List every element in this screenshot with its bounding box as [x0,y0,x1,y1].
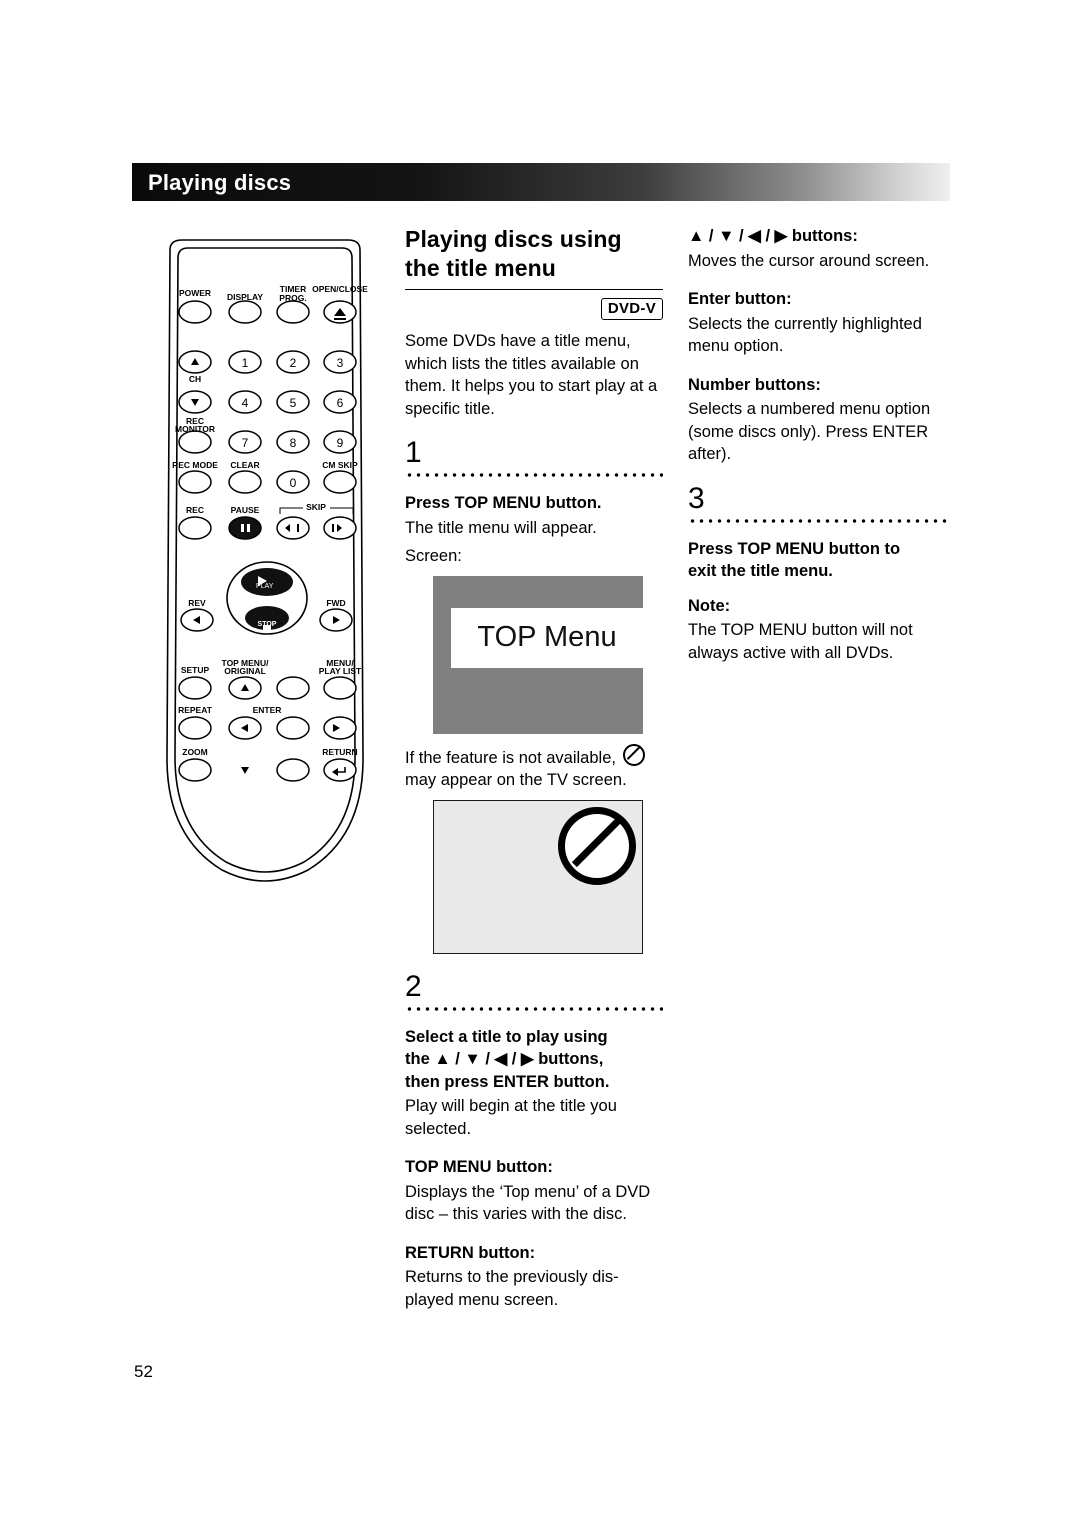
disc-type-badge: DVD-V [600,298,663,320]
right-column: ▲ / ▼ / ◀ / ▶ buttons: Moves the cursor … [688,225,950,670]
step-1-body: The title menu will appear. [405,518,597,537]
number-buttons-body: Selects a numbered menu option (some dis… [688,400,931,463]
svg-text:0: 0 [290,476,297,490]
page-number: 52 [134,1362,153,1381]
prohibited-icon [622,743,645,766]
enter-button-heading: Enter button: [688,290,792,308]
page-header-bar: Playing discs [132,163,950,201]
svg-text:REC: REC [186,505,204,515]
svg-text:OPEN/CLOSE: OPEN/CLOSE [312,284,368,294]
svg-text:3: 3 [337,356,344,370]
section-heading-line2: the title menu [405,255,556,281]
svg-text:5: 5 [290,396,297,410]
svg-text:6: 6 [337,396,344,410]
step-2-heading-line2: the ▲ / ▼ / ◀ / ▶ buttons, [405,1050,604,1068]
step-3-divider [688,517,950,524]
svg-text:REC MODE: REC MODE [172,460,218,470]
return-button-body: Returns to the previously dis-played men… [405,1268,619,1309]
svg-text:REPEAT: REPEAT [178,705,213,715]
return-button-heading: RETURN button: [405,1243,536,1262]
svg-text:CH: CH [189,374,201,384]
svg-text:7: 7 [242,436,249,450]
section-heading-line1: Playing discs using [405,226,622,252]
svg-text:PLAY: PLAY [256,583,274,590]
step-3-number: 3 [688,481,705,515]
step-2-body: Play will begin at the title you selecte… [405,1097,617,1138]
svg-text:8: 8 [290,436,297,450]
disc-type-badge-row: DVD-V [405,298,663,320]
svg-text:PAUSE: PAUSE [231,505,260,515]
step-3-heading-line1: Press TOP MENU button to [688,539,901,558]
svg-text:CM SKIP: CM SKIP [322,460,358,470]
prohibited-icon-large [558,806,636,885]
tv-screen-top-menu-text: TOP Menu [451,607,643,668]
step-1-divider [405,472,663,478]
svg-text:REV: REV [188,598,206,608]
svg-text:2: 2 [290,356,297,370]
svg-text:SKIP: SKIP [306,502,326,512]
enter-button-body: Selects the currently highlighted menu o… [688,314,922,356]
svg-text:PLAY LIST: PLAY LIST [319,666,362,676]
svg-text:ENTER: ENTER [253,705,282,715]
tv-screen-prohibited [433,799,643,954]
svg-text:PROG.: PROG. [279,293,306,303]
section-heading: Playing discs using the title menu [405,225,663,283]
svg-text:ZOOM: ZOOM [182,747,208,757]
svg-text:MONITOR: MONITOR [175,424,215,434]
svg-text:4: 4 [242,396,249,410]
step-3-heading: Press TOP MENU button to exit the title … [688,538,950,583]
step-1-unavailable-note-line2: may appear on the TV screen. [405,771,627,789]
cursor-buttons-heading: ▲ / ▼ / ◀ / ▶ buttons: [688,227,858,245]
top-menu-button-heading: TOP MENU button: [405,1158,553,1176]
page-title: Playing discs [148,170,292,195]
step-1-unavailable-note: If the feature is not available, may app… [405,743,663,792]
step-1-number: 1 [405,436,422,469]
remote-control-illustration: PLAY 1 2 3 4 5 6 7 8 9 0 POWER DISPLAY TIMER P… [140,236,390,886]
svg-text:FWD: FWD [326,598,345,608]
svg-text:9: 9 [337,436,344,450]
top-menu-button-body: Displays the ‘Top menu’ of a DVD disc – … [405,1182,651,1224]
svg-text:POWER: POWER [179,288,211,298]
number-buttons-heading: Number buttons: [688,375,821,394]
svg-text:STOP: STOP [258,621,277,628]
svg-text:RETURN: RETURN [322,747,357,757]
note-heading: Note: [688,596,731,615]
step-2-heading: Select a title to play using the ▲ / ▼ /… [405,1026,663,1094]
middle-column: Playing discs using the title menu DVD-V… [405,225,663,1317]
svg-text:ORIGINAL: ORIGINAL [224,666,266,676]
step-3-heading-line2: exit the title menu. [688,562,833,580]
svg-text:1: 1 [242,356,249,370]
step-1-screen-label: Screen: [405,547,462,565]
step-2-heading-line1: Select a title to play using [405,1027,608,1046]
step-1-unavailable-note-line1: If the feature is not available, [405,748,616,767]
step-2-heading-line3: then press ENTER button. [405,1072,610,1091]
step-1-heading: Press TOP MENU button. [405,494,602,512]
svg-text:SETUP: SETUP [181,665,210,675]
note-body: The TOP MENU button will not always acti… [688,621,913,662]
svg-text:CLEAR: CLEAR [230,460,259,470]
tv-screen-top-menu: TOP Menu [433,575,643,734]
svg-text:DISPLAY: DISPLAY [227,292,263,302]
section-intro-text: Some DVDs have a title menu, which lists… [405,332,658,418]
section-heading-rule [405,289,663,290]
cursor-buttons-body: Moves the cursor around screen. [688,251,930,270]
step-2-number: 2 [405,969,422,1003]
step-2-divider [405,1005,663,1012]
